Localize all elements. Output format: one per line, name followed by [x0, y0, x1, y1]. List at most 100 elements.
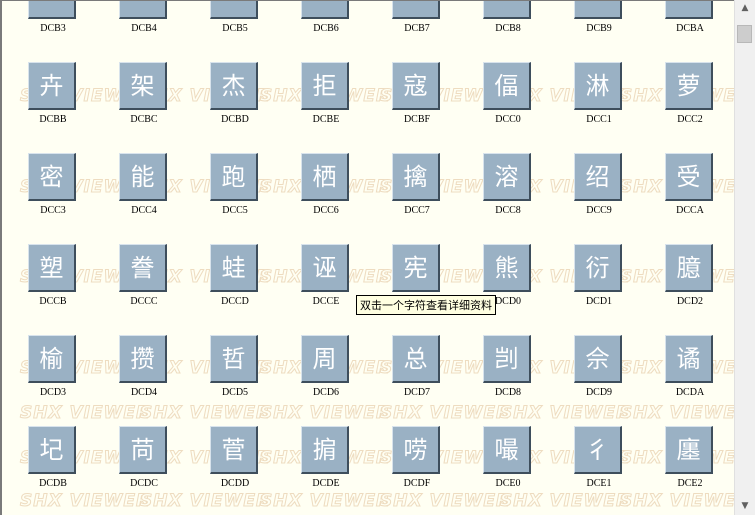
- character-tile[interactable]: [301, 1, 349, 19]
- character-cell[interactable]: 拒 DCBE: [299, 62, 359, 132]
- character-cell[interactable]: 唠 DCDF: [390, 426, 450, 496]
- character-cell[interactable]: 剀 DCD8: [481, 335, 541, 405]
- character-tile[interactable]: 密: [28, 153, 76, 201]
- character-cell[interactable]: DCB6: [299, 1, 359, 41]
- scroll-up-arrow-icon[interactable]: ▲: [735, 0, 755, 17]
- character-cell[interactable]: 塑 DCCB: [26, 244, 86, 314]
- character-tile[interactable]: 剀: [483, 335, 531, 383]
- character-tile[interactable]: 攒: [119, 335, 167, 383]
- character-cell[interactable]: 擒 DCC7: [390, 153, 450, 223]
- character-cell[interactable]: 总 DCD7: [390, 335, 450, 405]
- character-tile[interactable]: 诬: [301, 244, 349, 292]
- character-tile[interactable]: 唠: [392, 426, 440, 474]
- character-cell[interactable]: 栖 DCC6: [299, 153, 359, 223]
- character-cell[interactable]: 攒 DCD4: [117, 335, 177, 405]
- character-cell[interactable]: 哲 DCD5: [208, 335, 268, 405]
- character-tile[interactable]: 架: [119, 62, 167, 110]
- character-tile[interactable]: 卉: [28, 62, 76, 110]
- character-cell[interactable]: DCBA: [663, 1, 723, 41]
- character-tile[interactable]: 衍: [574, 244, 622, 292]
- character-tile[interactable]: 熊: [483, 244, 531, 292]
- character-tile[interactable]: 佘: [574, 335, 622, 383]
- character-cell[interactable]: DCB7: [390, 1, 450, 41]
- character-cell[interactable]: 彳 DCE1: [572, 426, 632, 496]
- character-tile[interactable]: [665, 1, 713, 19]
- character-cell[interactable]: 淋 DCC1: [572, 62, 632, 132]
- character-tile[interactable]: [119, 1, 167, 19]
- character-tile[interactable]: 誊: [119, 244, 167, 292]
- character-tile[interactable]: 哲: [210, 335, 258, 383]
- character-tile[interactable]: [210, 1, 258, 19]
- character-cell[interactable]: 能 DCC4: [117, 153, 177, 223]
- character-tile[interactable]: 溶: [483, 153, 531, 201]
- character-cell[interactable]: 架 DCBC: [117, 62, 177, 132]
- character-tile[interactable]: 能: [119, 153, 167, 201]
- character-cell[interactable]: 掮 DCDE: [299, 426, 359, 496]
- character-glyph: 萝: [676, 71, 701, 100]
- character-tile[interactable]: [483, 1, 531, 19]
- character-cell[interactable]: 廛 DCE2: [663, 426, 723, 496]
- character-tile[interactable]: 跑: [210, 153, 258, 201]
- character-tile[interactable]: [392, 1, 440, 19]
- character-tile[interactable]: 苘: [119, 426, 167, 474]
- character-cell[interactable]: DCB5: [208, 1, 268, 41]
- character-tile[interactable]: [28, 1, 76, 19]
- character-cell[interactable]: 榆 DCD3: [26, 335, 86, 405]
- character-tile[interactable]: 寇: [392, 62, 440, 110]
- character-cell[interactable]: 寇 DCBF: [390, 62, 450, 132]
- character-tile[interactable]: 栖: [301, 153, 349, 201]
- character-tile[interactable]: 宪: [392, 244, 440, 292]
- character-cell[interactable]: 跑 DCC5: [208, 153, 268, 223]
- scroll-down-arrow-icon[interactable]: ▼: [735, 498, 755, 515]
- character-tile[interactable]: 菅: [210, 426, 258, 474]
- character-cell[interactable]: 衍 DCD1: [572, 244, 632, 314]
- character-cell[interactable]: 周 DCD6: [299, 335, 359, 405]
- character-cell[interactable]: 诬 DCCE: [299, 244, 359, 314]
- character-tile[interactable]: 绍: [574, 153, 622, 201]
- character-tile[interactable]: 嘬: [483, 426, 531, 474]
- character-cell[interactable]: 溶 DCC8: [481, 153, 541, 223]
- character-cell[interactable]: DCB4: [117, 1, 177, 41]
- character-tile[interactable]: 总: [392, 335, 440, 383]
- character-cell[interactable]: 密 DCC3: [26, 153, 86, 223]
- character-cell[interactable]: 菅 DCDD: [208, 426, 268, 496]
- character-tile[interactable]: 榆: [28, 335, 76, 383]
- character-tile[interactable]: 彳: [574, 426, 622, 474]
- vertical-scrollbar[interactable]: ▲ ▼: [734, 0, 755, 515]
- scrollbar-thumb[interactable]: [737, 25, 752, 43]
- character-tile[interactable]: 偪: [483, 62, 531, 110]
- character-cell[interactable]: 臆 DCD2: [663, 244, 723, 314]
- character-tile[interactable]: 谲: [665, 335, 713, 383]
- character-cell[interactable]: 圮 DCDB: [26, 426, 86, 496]
- character-tile[interactable]: 蛙: [210, 244, 258, 292]
- character-tile[interactable]: 圮: [28, 426, 76, 474]
- character-tile[interactable]: 擒: [392, 153, 440, 201]
- character-cell[interactable]: DCB3: [26, 1, 86, 41]
- character-tile[interactable]: 杰: [210, 62, 258, 110]
- character-cell[interactable]: 绍 DCC9: [572, 153, 632, 223]
- character-cell[interactable]: 受 DCCA: [663, 153, 723, 223]
- character-grid-viewport[interactable]: SHX VIEWER SHX VIEWER SHX VIEWER SHX VIEWER…: [0, 0, 734, 515]
- character-tile[interactable]: [574, 1, 622, 19]
- character-tile[interactable]: 臆: [665, 244, 713, 292]
- character-cell[interactable]: 杰 DCBD: [208, 62, 268, 132]
- character-cell[interactable]: 偪 DCC0: [481, 62, 541, 132]
- character-cell[interactable]: 卉 DCBB: [26, 62, 86, 132]
- character-tile[interactable]: 淋: [574, 62, 622, 110]
- character-cell[interactable]: DCB8: [481, 1, 541, 41]
- character-cell[interactable]: 嘬 DCE0: [481, 426, 541, 496]
- character-cell[interactable]: 蛙 DCCD: [208, 244, 268, 314]
- character-cell[interactable]: 苘 DCDC: [117, 426, 177, 496]
- character-cell[interactable]: 萝 DCC2: [663, 62, 723, 132]
- character-cell[interactable]: 谲 DCDA: [663, 335, 723, 405]
- character-tile[interactable]: 萝: [665, 62, 713, 110]
- character-tile[interactable]: 受: [665, 153, 713, 201]
- character-tile[interactable]: 廛: [665, 426, 713, 474]
- character-cell[interactable]: DCB9: [572, 1, 632, 41]
- character-cell[interactable]: 佘 DCD9: [572, 335, 632, 405]
- character-tile[interactable]: 掮: [301, 426, 349, 474]
- character-cell[interactable]: 誊 DCCC: [117, 244, 177, 314]
- character-tile[interactable]: 塑: [28, 244, 76, 292]
- character-tile[interactable]: 周: [301, 335, 349, 383]
- character-tile[interactable]: 拒: [301, 62, 349, 110]
